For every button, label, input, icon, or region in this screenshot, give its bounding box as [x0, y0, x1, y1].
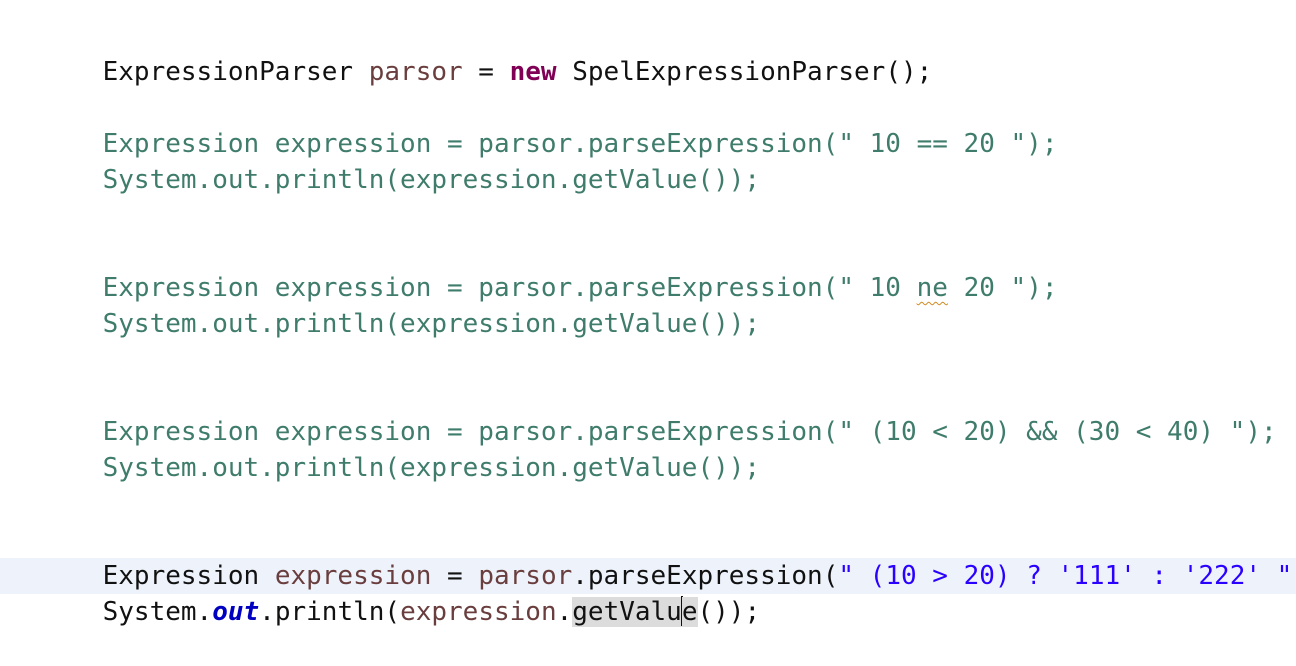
- string-literal: " (10 > 20) ? '111' : '222' ": [838, 561, 1293, 591]
- statement-end: );: [1292, 561, 1296, 591]
- highlighted-method-name: getValu: [572, 597, 682, 627]
- code-line-expression-1[interactable]: Expression expression = parsor.parseExpr…: [40, 90, 1058, 159]
- statement-end: ());: [697, 597, 761, 627]
- class-name: System.: [102, 597, 213, 627]
- code-text: System.out.println(expression.getValue()…: [102, 453, 761, 483]
- operator: =: [462, 57, 510, 87]
- code-line-parser-declaration[interactable]: ExpressionParser parsor = new SpelExpres…: [40, 18, 933, 87]
- spelling-warning-word: ne: [916, 273, 948, 303]
- code-line-expression-4[interactable]: Expression expression = parsor.parseExpr…: [40, 522, 1296, 591]
- code-line-expression-2[interactable]: Expression expression = parsor.parseExpr…: [40, 234, 1058, 303]
- code-text: System.out.println(expression.getValue()…: [102, 165, 761, 195]
- code-editor[interactable]: ExpressionParser parsor = new SpelExpres…: [0, 0, 1296, 627]
- code-line-println-4[interactable]: System.out.println(expression.getValue()…: [40, 558, 760, 627]
- code-line-println-1[interactable]: System.out.println(expression.getValue()…: [40, 126, 760, 195]
- code-line-println-2[interactable]: System.out.println(expression.getValue()…: [40, 270, 760, 339]
- code-text: System.out.println(expression.getValue()…: [102, 309, 761, 339]
- variable-name: expression: [400, 597, 557, 627]
- static-field: out: [212, 597, 260, 627]
- code-text: 20 ");: [947, 273, 1058, 303]
- code-line-println-3[interactable]: System.out.println(expression.getValue()…: [40, 414, 760, 483]
- dot: .: [556, 597, 573, 627]
- highlighted-method-name-end: e: [681, 597, 698, 627]
- constructor-call: SpelExpressionParser();: [556, 57, 933, 87]
- keyword-new: new: [509, 57, 557, 87]
- variable-name: parsor: [368, 57, 463, 87]
- type-name: ExpressionParser: [102, 57, 354, 87]
- method-call: .println(: [259, 597, 401, 627]
- code-line-expression-3[interactable]: Expression expression = parsor.parseExpr…: [40, 378, 1277, 447]
